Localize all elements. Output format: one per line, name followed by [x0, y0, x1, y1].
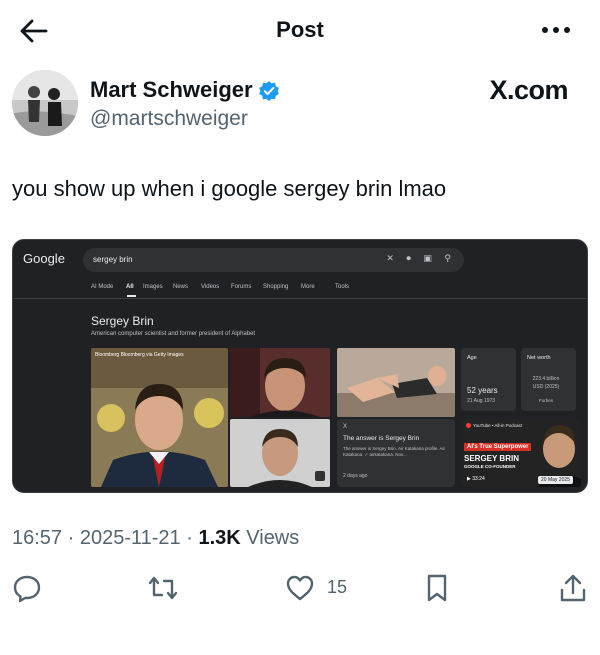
bookmark-button[interactable]	[422, 573, 452, 603]
google-search-icons: ✕ ⏺ ▣ ⚲	[386, 253, 456, 263]
google-search-query: sergey brin	[93, 255, 133, 264]
google-tab: Tools	[335, 284, 350, 290]
page-title: Post	[276, 17, 324, 42]
knowledge-description: American computer scientist and former p…	[91, 331, 256, 337]
net-worth-year: USD (2025)	[532, 384, 560, 390]
answer-body: The answer is Sergey Brin. Air Katakana …	[343, 446, 446, 457]
net-worth-source: Forbes	[538, 398, 553, 403]
google-search-bar: sergey brin ✕ ⏺ ▣ ⚲	[83, 248, 464, 272]
age-birthdate: 21 Aug 1973	[467, 398, 496, 404]
google-tab: More	[301, 284, 315, 290]
repost-icon	[148, 576, 178, 600]
answer-card: X The answer is Sergey Brin The answer i…	[337, 419, 455, 487]
google-tab-active: All	[126, 284, 134, 290]
google-logo: Google	[23, 251, 65, 266]
photo-portrait-large: Bloomberg Bloomberg via Getty Images	[91, 348, 228, 487]
video-source: YouTube • All-in Podcast	[466, 423, 522, 428]
video-red-text: AI's True Superpower	[464, 443, 532, 451]
verified-badge-icon	[258, 80, 280, 102]
post-meta: 16:57 · 2025-11-21 · 1.3K Views	[12, 527, 300, 549]
youtube-icon	[466, 423, 471, 428]
age-value: 52 years	[467, 386, 498, 395]
knowledge-title: Sergey Brin	[91, 314, 154, 328]
tweet-text: you show up when i google sergey brin lm…	[12, 176, 447, 201]
answer-time: 2 days ago	[343, 473, 368, 479]
reply-icon	[13, 575, 41, 603]
video-subtitle: GOOGLE CO-FOUNDER	[464, 464, 516, 469]
google-tab: Images	[143, 284, 163, 290]
author-name[interactable]: Mart Schweiger	[90, 77, 253, 103]
bookmark-icon	[427, 574, 447, 602]
views-count: 1.3K	[198, 527, 241, 549]
google-tab: Shopping	[263, 284, 289, 290]
avatar[interactable]	[12, 70, 78, 136]
answer-source: X	[343, 424, 348, 430]
photo-lying-down	[337, 348, 455, 417]
google-divider	[13, 298, 587, 299]
post-time[interactable]: 16:57	[12, 527, 62, 549]
video-date: 20 May 2025	[538, 476, 573, 484]
photo-caption: Bloomberg Bloomberg via Getty Images	[95, 352, 184, 358]
age-label: Age	[467, 355, 477, 361]
video-duration: ▶ 33:24	[467, 476, 485, 482]
age-card: Age 52 years 21 Aug 1973	[461, 348, 516, 411]
tweet-media-image[interactable]: Google sergey brin ✕ ⏺ ▣ ⚲ AI Mode All I…	[12, 239, 588, 493]
google-tab: Forums	[231, 284, 252, 290]
repost-button[interactable]	[147, 573, 178, 603]
answer-title: The answer is Sergey Brin	[343, 435, 420, 442]
google-tab: AI Mode	[91, 284, 114, 290]
site-label: X.com	[489, 75, 568, 105]
share-button[interactable]	[558, 573, 588, 603]
views-label: Views	[246, 527, 300, 549]
net-worth-card: Net worth 223.4 billion USD (2025) Forbe…	[521, 348, 576, 411]
like-count: 15	[327, 577, 348, 597]
google-tab: Videos	[201, 284, 220, 290]
author-handle[interactable]: @martschweiger	[90, 107, 248, 131]
photo-portrait-bottom	[230, 419, 330, 487]
google-tab-underline	[127, 295, 136, 297]
net-worth-value: 223.4 billion	[532, 376, 560, 382]
google-tab: News	[173, 284, 189, 290]
net-worth-label: Net worth	[527, 355, 551, 361]
more-button[interactable]	[538, 20, 574, 40]
heart-icon	[286, 575, 314, 601]
post-date[interactable]: 2025-11-21	[80, 527, 181, 549]
post-header: Post	[0, 0, 600, 62]
reply-button[interactable]	[12, 573, 42, 603]
like-button[interactable]	[285, 573, 315, 603]
video-title: SERGEY BRIN	[464, 454, 519, 463]
more-horizontal-icon	[542, 27, 570, 33]
photo-portrait-top	[230, 348, 330, 417]
video-card: YouTube • All-in Podcast AI's True Super…	[461, 419, 581, 487]
share-icon	[560, 574, 586, 602]
